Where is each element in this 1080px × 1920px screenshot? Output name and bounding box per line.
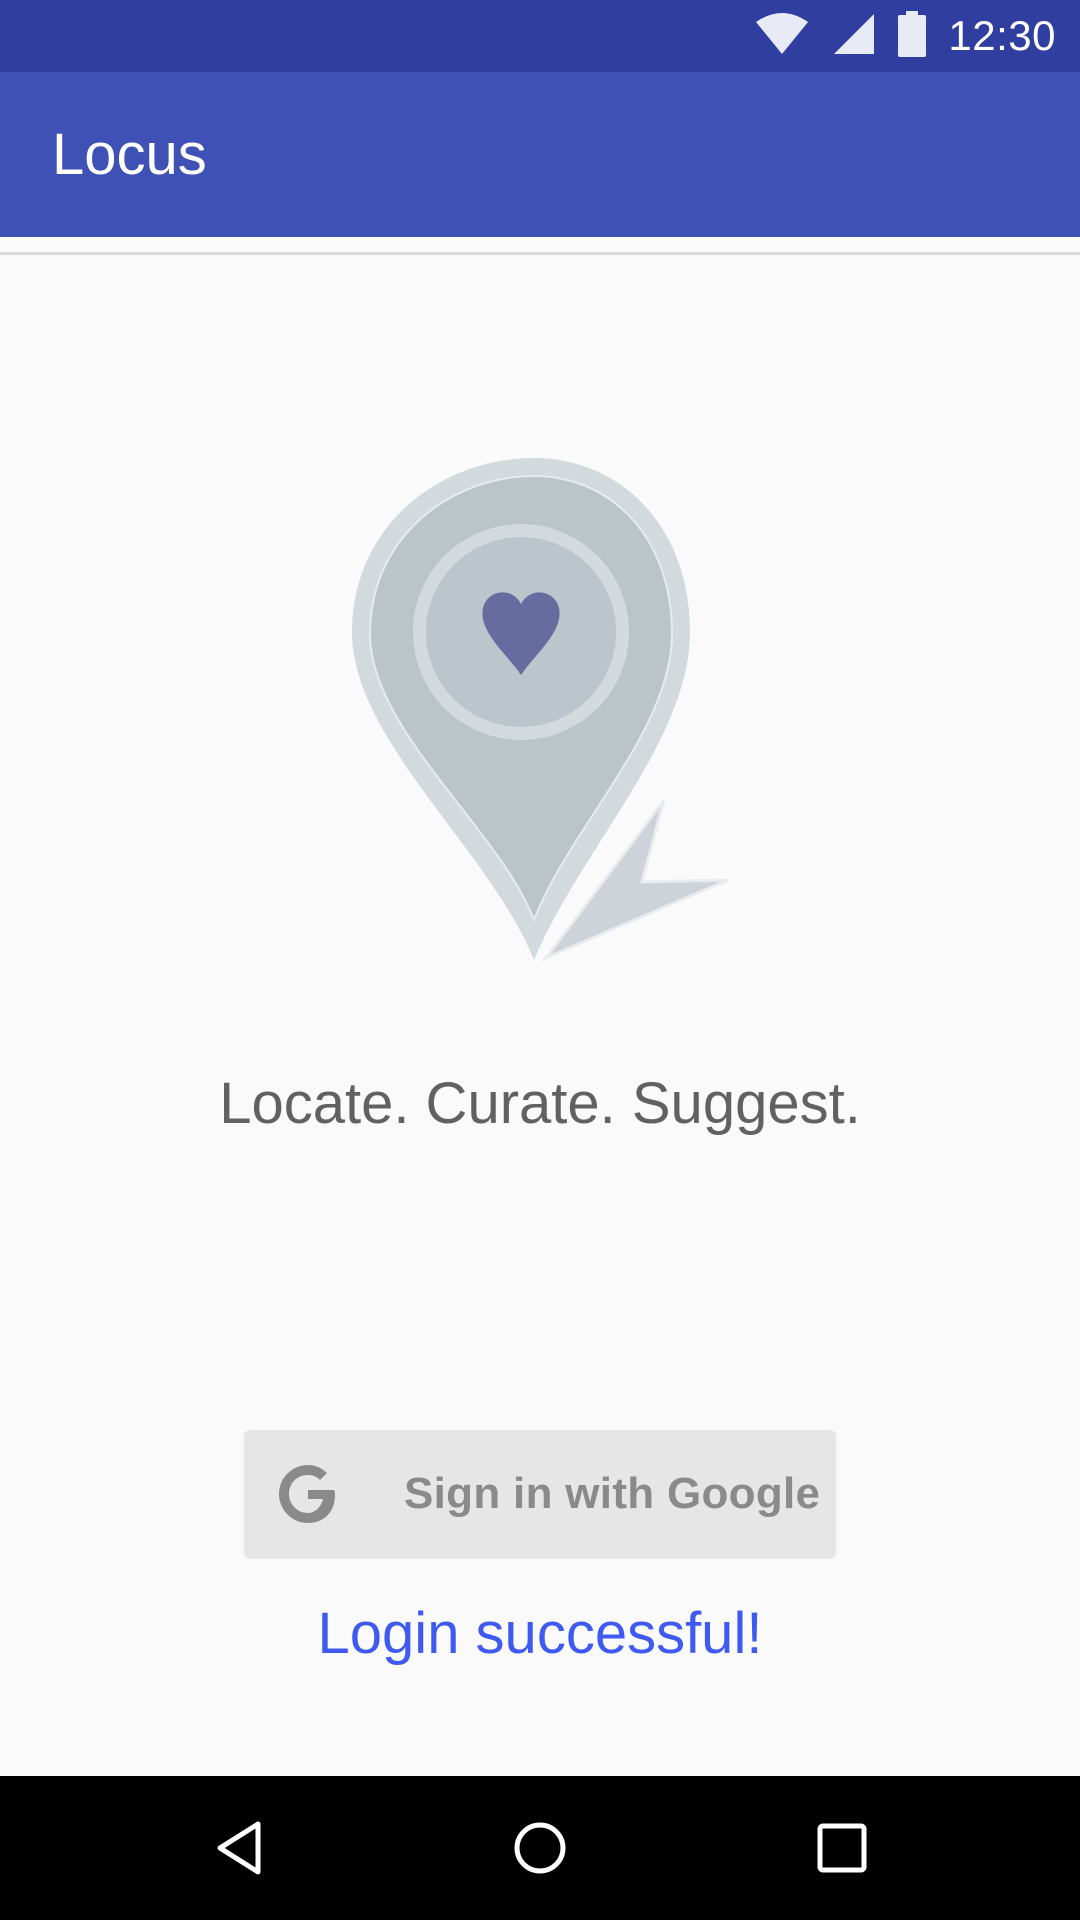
app-bar: Locus [0,72,1080,237]
login-screen: 12:30 Locus Locate. Curate. Suggest. Sig… [0,0,1080,1920]
status-icons: 12:30 [754,0,1056,72]
tagline: Locate. Curate. Suggest. [219,1071,861,1136]
google-icon [276,1462,340,1526]
navigation-bar [0,1776,1080,1920]
home-icon[interactable] [504,1812,576,1884]
login-status-message: Login successful! [317,1601,763,1666]
back-icon[interactable] [204,1812,276,1884]
app-title: Locus [52,122,207,187]
status-time: 12:30 [948,12,1056,59]
map-pin-heart-icon [340,450,740,970]
signal-icon [832,12,876,61]
divider [0,252,1080,255]
google-sign-in-label: Sign in with Google [404,1469,821,1518]
battery-icon [898,10,927,62]
wifi-icon [754,12,810,61]
recents-icon[interactable] [806,1812,878,1884]
google-sign-in-button[interactable]: Sign in with Google [244,1430,836,1558]
status-bar: 12:30 [0,0,1080,72]
